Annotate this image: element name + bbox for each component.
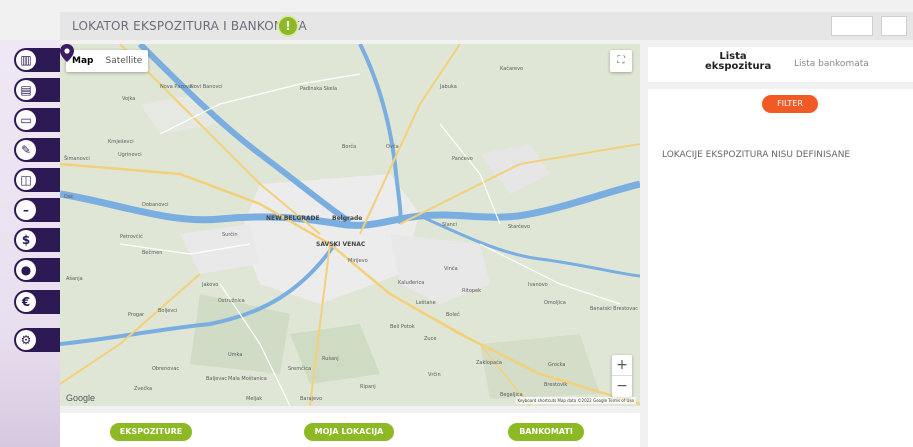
sidebar-item-settings[interactable]: ⚙ [14,328,60,352]
map-label: NEW BELGRADE [266,215,320,222]
map-label: Borča [342,144,357,150]
map-type-satellite[interactable]: Satellite [99,50,148,72]
map-label: Kaluđerica [398,280,425,286]
sidebar-item-euro[interactable]: € [14,290,60,314]
map-label: Zvečka [134,386,153,392]
map-label: Boljevci [158,308,178,314]
top-right-control[interactable] [831,16,873,36]
map-label: Grocka [548,362,566,368]
map-label: Krnješevci [108,139,134,145]
map-label: Progar [128,312,145,318]
chart-icon: ▥ [16,50,36,70]
sidebar-item-cards[interactable]: ▭ [14,108,60,132]
sidebar-item-locations[interactable]: ● [14,258,60,282]
map-label: Šimanovci [64,156,90,162]
dollar-coin-icon: $ [16,230,36,250]
map-label: Vinča [444,266,458,272]
map-label: Petrovčić [120,234,143,240]
signature-icon: ✎ [16,140,36,160]
page-title: LOKATOR EKSPOZITURA I BANKOMATA [72,19,307,33]
map-label: Belgrade [332,215,363,222]
branch-list-panel: FILTER LOKACIJE EKSPOZITURA NISU DEFINIS… [648,89,913,447]
map-label: Obrenovac [152,366,180,372]
sidebar-item-exchange[interactable]: $ [14,228,60,252]
top-right-control-small[interactable] [881,16,907,36]
map-label: Dec [64,194,74,200]
bottom-action-bar: EKSPOZITURE MOJA LOKACIJA BANKOMATI [60,413,640,447]
sidebar-item-minus[interactable]: – [14,198,60,222]
atms-button[interactable]: BANKOMATI [508,423,584,441]
sidebar-item-charts[interactable]: ▥ [14,48,60,72]
map-label: Jabuka [440,84,457,90]
map-label: Ovča [386,144,399,150]
map-label: Novi Banovci [190,84,223,90]
branches-button[interactable]: EKSPOZITURE [110,423,192,441]
map-attribution[interactable]: Keyboard shortcuts Map data ©2022 Google… [515,397,636,404]
map-label: Leštane [416,300,436,306]
map-label: Mala Moštanica [228,376,267,382]
map-canvas [60,44,640,406]
sidebar-item-money[interactable]: ◫ [14,168,60,192]
map-label: Baljevac [206,376,228,382]
fullscreen-icon[interactable]: ⛶ [610,50,632,72]
map-label: Ostružnica [218,298,245,304]
map-label: Vrčin [428,372,441,378]
map-label: Omoljica [544,300,566,306]
map-label: Surčin [222,232,238,238]
settings-icon: ⚙ [16,330,36,350]
map[interactable]: Map Satellite ⛶ Novi Banovci Vojka Nova … [60,44,640,406]
sidebar-item-documents[interactable]: ▤ [14,78,60,102]
map-label: Ripanj [360,384,376,390]
euro-icon: € [16,292,36,312]
card-icon: ▭ [16,110,36,130]
zoom-control[interactable]: + − [612,355,632,397]
money-icon: ◫ [16,170,36,190]
tab-atm-list[interactable]: Lista bankomata [794,59,869,69]
minus-icon: – [16,200,36,220]
map-label: Boleč [446,312,460,318]
map-label: Ašanja [66,276,83,282]
map-label: Zuce [424,336,437,342]
map-label: Banatski Brestovac [590,306,639,312]
location-pin-icon: ● [16,260,36,280]
map-label: Umka [228,352,243,358]
map-label: Pančevo [452,156,473,162]
map-label: Barajevo [300,396,323,402]
empty-state-message: LOKACIJE EKSPOZITURA NISU DEFINISANE [662,150,851,160]
map-label: Dobanovci [142,202,169,208]
location-pin-icon[interactable] [60,44,74,62]
map-label: Ivanovo [528,282,548,288]
map-label: SAVSKI VENAC [316,241,366,248]
map-label: Ritopek [462,288,482,294]
map-label: Meljak [246,396,263,402]
map-label: Brestovik [544,382,568,388]
sidebar-item-signature[interactable]: ✎ [14,138,60,162]
sidebar: ▥ ▤ ▭ ✎ ◫ – $ ● € ⚙ [0,40,60,447]
map-label: Padinska Skela [300,86,338,92]
zoom-in-button[interactable]: + [612,355,632,376]
map-label: Mirijevo [348,258,368,264]
map-label: Nova Pazova [160,84,192,90]
map-label: Vojka [122,96,136,102]
document-icon: ▤ [16,80,36,100]
map-label: Kačarevo [500,66,524,72]
map-label: Rušanj [322,356,339,362]
map-label: Beli Potok [390,324,415,330]
tab-branch-list[interactable]: Lista ekspozitura [705,52,771,72]
map-label: Starčevo [508,224,530,230]
info-icon[interactable]: ! [277,15,299,37]
map-label: Jakovo [202,282,219,288]
list-tabs: Lista ekspozitura Lista bankomata [648,47,913,82]
map-label: Bečmen [142,250,163,256]
map-label: Ugrinovci [118,152,142,158]
filter-button[interactable]: FILTER [762,95,818,113]
map-label: Sremčica [288,366,312,372]
my-location-button[interactable]: MOJA LOKACIJA [304,423,394,441]
top-bar: LOKATOR EKSPOZITURA I BANKOMATA ! [60,12,913,40]
map-label: Slanci [442,222,457,228]
map-type-toggle[interactable]: Map Satellite [66,50,148,72]
zoom-out-button[interactable]: − [612,376,632,397]
google-logo: Google [66,393,96,403]
map-label: Zaklopača [476,360,502,366]
